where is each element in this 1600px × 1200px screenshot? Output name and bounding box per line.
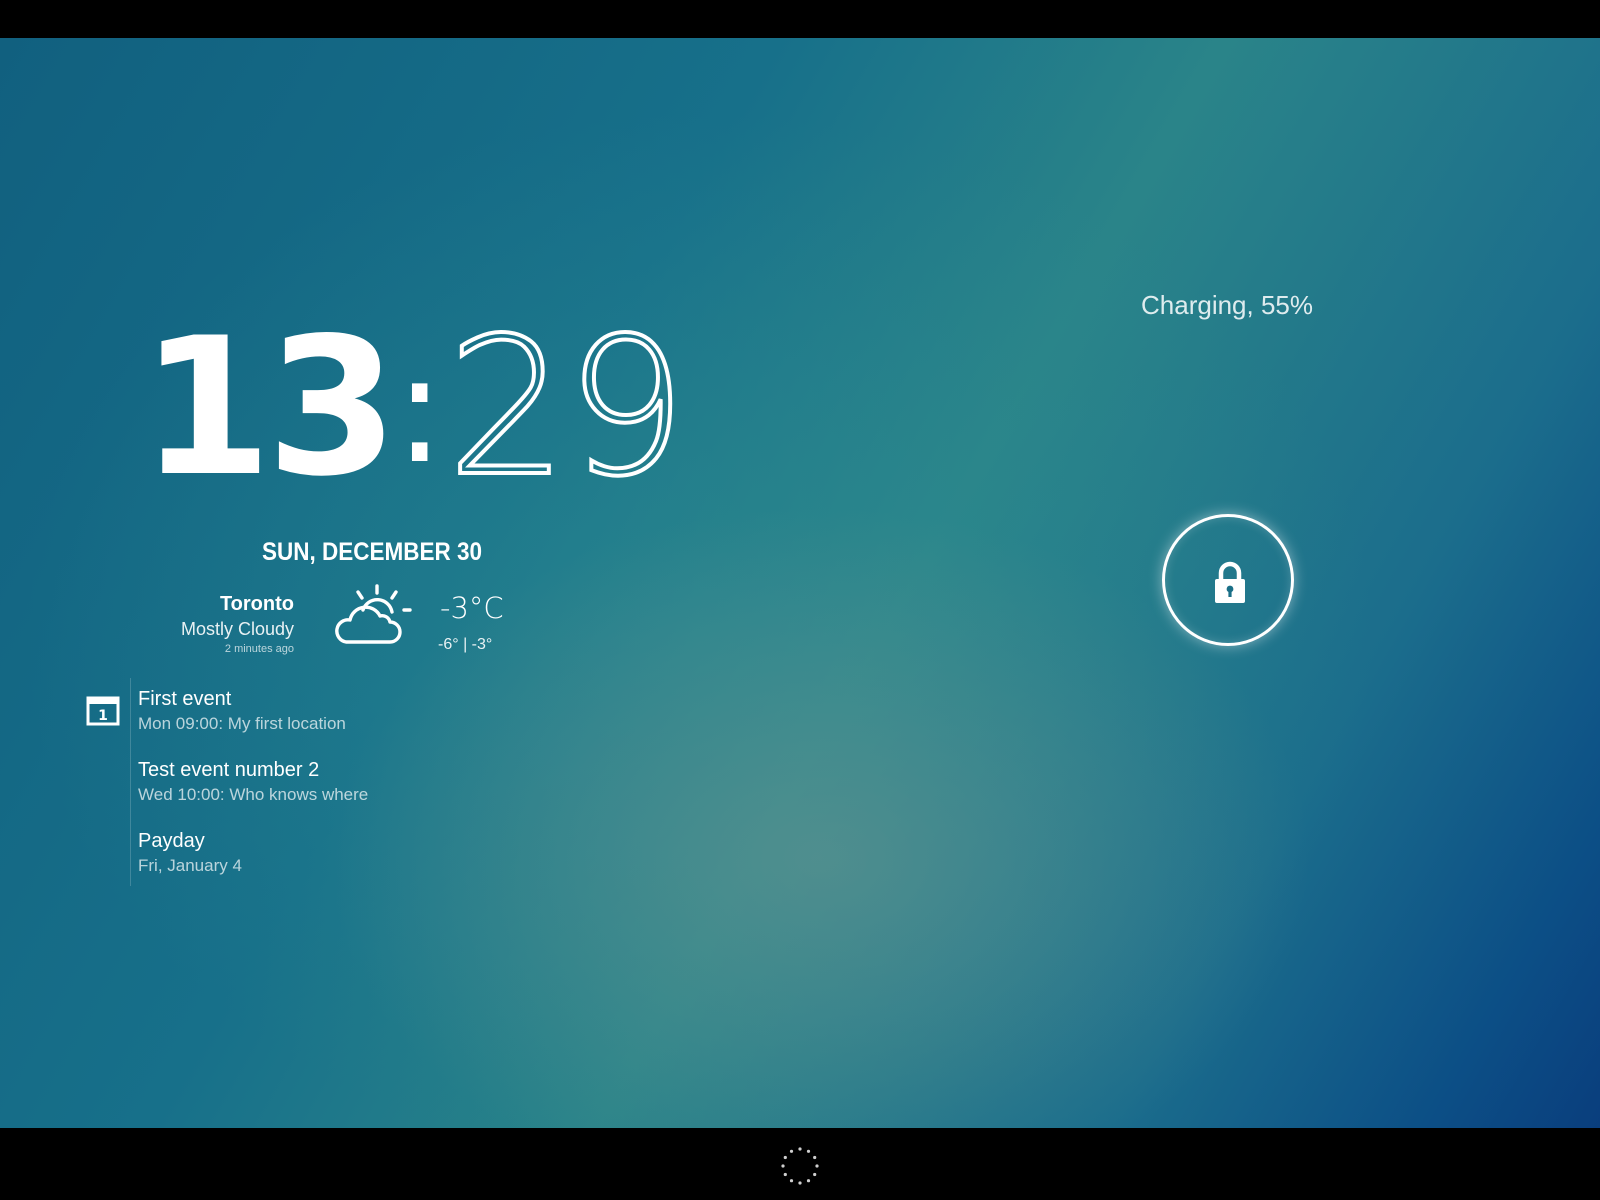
lock-icon bbox=[1215, 561, 1245, 603]
charging-status: Charging, 55% bbox=[1141, 290, 1313, 320]
clock-minutes: 29 bbox=[445, 297, 689, 518]
calendar-event[interactable]: Test event number 2 Wed 10:00: Who knows… bbox=[138, 757, 538, 828]
event-detail: Fri, January 4 bbox=[138, 856, 242, 875]
clock-widget: 13:29 bbox=[140, 311, 689, 505]
event-title: Test event number 2 bbox=[138, 759, 320, 781]
status-bar bbox=[0, 0, 1600, 38]
event-detail: Mon 09:00: My first location bbox=[138, 714, 346, 733]
weather-temperature: -3°C bbox=[440, 591, 504, 625]
weather-city: Toronto bbox=[219, 593, 294, 615]
event-title: Payday bbox=[138, 830, 205, 852]
calendar-divider bbox=[130, 678, 131, 886]
calendar-events: First event Mon 09:00: My first location… bbox=[138, 686, 538, 899]
weather-updated: 2 minutes ago bbox=[224, 643, 294, 655]
calendar-event[interactable]: Payday Fri, January 4 bbox=[138, 828, 538, 899]
weather-condition: Mostly Cloudy bbox=[180, 619, 294, 639]
weather-range: -6° | -3° bbox=[438, 636, 493, 653]
wallpaper bbox=[0, 38, 1600, 1128]
clock-colon: : bbox=[394, 323, 445, 497]
clock-hours: 13 bbox=[140, 297, 398, 518]
event-title: First event bbox=[138, 688, 232, 710]
home-button-icon[interactable] bbox=[780, 1146, 820, 1186]
partly-cloudy-icon[interactable] bbox=[332, 580, 416, 652]
weather-location[interactable]: Toronto Mostly Cloudy 2 minutes ago bbox=[181, 592, 294, 656]
calendar-event[interactable]: First event Mon 09:00: My first location bbox=[138, 686, 538, 757]
lock-screen: 13:29 SUN, DECEMBER 30 Toronto Mostly Cl… bbox=[0, 0, 1600, 1200]
svg-text:1: 1 bbox=[98, 708, 108, 724]
date-label: SUN, DECEMBER 30 bbox=[262, 538, 483, 566]
event-detail: Wed 10:00: Who knows where bbox=[138, 785, 369, 804]
calendar-icon[interactable]: 1 bbox=[86, 694, 120, 726]
